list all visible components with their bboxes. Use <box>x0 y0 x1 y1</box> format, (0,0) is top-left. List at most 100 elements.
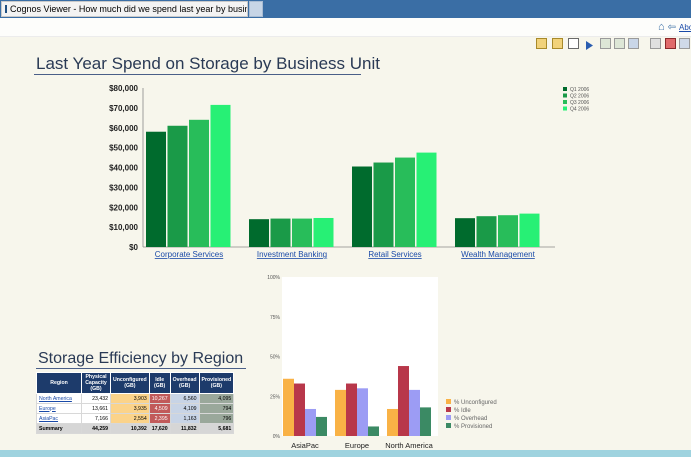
table-header-row: Region Physical Capacity (GB) Unconfigur… <box>36 372 235 394</box>
y-tick-label: $70,000 <box>109 104 138 113</box>
email-icon[interactable] <box>568 38 579 49</box>
legend-label: Q2 2006 <box>570 94 589 100</box>
bar-1-1 <box>270 218 291 247</box>
bar-2-1 <box>373 162 394 247</box>
legend-swatch <box>446 423 451 428</box>
drill-up-icon[interactable] <box>614 38 625 49</box>
category-label: Europe <box>345 441 369 450</box>
bar-1-0 <box>335 389 346 436</box>
bar-0-1 <box>294 383 305 436</box>
go-to-icon[interactable] <box>628 38 639 49</box>
drill-down-icon[interactable] <box>600 38 611 49</box>
table-cell: 6,560 <box>169 393 200 404</box>
run-icon[interactable] <box>584 38 595 50</box>
bar-1-0 <box>249 219 269 247</box>
bar-0-0 <box>146 131 166 247</box>
y-tick-label: $60,000 <box>109 124 138 133</box>
bar-2-2 <box>395 157 415 247</box>
home-icon[interactable]: ⌂ <box>658 21 665 33</box>
table-cell: 13,661 <box>81 403 111 414</box>
table-cell: 44,259 <box>81 423 111 434</box>
column-header: Overhead (GB) <box>169 372 200 394</box>
table-cell: 794 <box>198 403 235 414</box>
bar-1-1 <box>346 383 357 436</box>
bar-0-2 <box>189 119 209 247</box>
table-cell: 2,395 <box>148 413 171 424</box>
y-tick-label: $10,000 <box>109 223 138 232</box>
bar-1-3 <box>313 217 334 247</box>
y-tick-label: $20,000 <box>109 203 138 212</box>
legend-swatch <box>563 106 567 111</box>
efficiency-divider <box>36 368 246 369</box>
table-row: AsiaPac 7,166 2,554 2,395 1,163 796 <box>36 413 235 424</box>
legend-label: % Provisioned <box>454 424 492 430</box>
bar-0-3 <box>316 416 327 436</box>
bar-2-3 <box>420 407 431 436</box>
new-tab-button[interactable] <box>249 1 263 17</box>
bar-2-3 <box>416 152 437 247</box>
table-cell: 4,095 <box>198 393 235 404</box>
bar-0-1 <box>167 125 188 247</box>
title-divider <box>34 74 361 75</box>
y-tick-label: 75% <box>270 315 281 321</box>
y-tick-label: $0 <box>129 243 138 252</box>
bar-1-2 <box>292 218 312 247</box>
category-label: Wealth Management <box>461 250 535 259</box>
save-icon[interactable] <box>536 38 547 49</box>
bar-0-2 <box>305 408 316 436</box>
bar-2-0 <box>387 408 398 436</box>
add-icon[interactable] <box>665 38 676 49</box>
category-label: AsiaPac <box>291 441 319 450</box>
legend-label: Q3 2006 <box>570 100 589 106</box>
legend-swatch <box>563 100 567 104</box>
category-label: Investment Banking <box>257 250 327 259</box>
back-arrow-icon[interactable]: ⇦ <box>668 22 676 33</box>
tab-title: Cognos Viewer - How much did we spend la… <box>10 4 247 14</box>
table-cell: 11,832 <box>169 423 200 434</box>
table-cell: 23,432 <box>81 393 111 404</box>
region-link[interactable]: AsiaPac <box>36 413 82 424</box>
report-title: Last Year Spend on Storage by Business U… <box>36 54 381 73</box>
table-cell: 7,166 <box>81 413 111 424</box>
legend-swatch <box>563 87 567 91</box>
layout-icon[interactable] <box>679 38 690 49</box>
legend-swatch <box>446 399 451 404</box>
format-icon[interactable] <box>650 38 661 49</box>
table-cell: 10,267 <box>148 393 171 404</box>
y-tick-label: 25% <box>270 394 281 400</box>
bar-0-3 <box>210 104 231 247</box>
window-icon <box>5 5 7 13</box>
legend-label: Q1 2006 <box>570 87 589 93</box>
summary-row: Summary 44,259 10,392 17,620 11,832 5,68… <box>36 423 235 434</box>
efficiency-title: Storage Efficiency by Region <box>38 350 244 367</box>
legend-swatch <box>446 407 451 412</box>
legend-swatch <box>446 415 451 420</box>
column-header: Region <box>36 372 82 394</box>
column-header: Provisioned (GB) <box>198 372 235 394</box>
table-cell: 10,392 <box>110 423 150 434</box>
y-tick-label: $80,000 <box>109 84 138 93</box>
bar-0-0 <box>283 378 294 436</box>
region-link[interactable]: North America <box>36 393 82 404</box>
status-bar <box>0 450 691 457</box>
table-cell: 5,681 <box>198 423 235 434</box>
title-bar: Cognos Viewer - How much did we spend la… <box>0 0 691 19</box>
table-row: Europe 13,661 3,935 4,509 4,109 794 <box>36 403 235 414</box>
y-tick-label: 0% <box>273 434 281 440</box>
legend-label: Q4 2006 <box>570 107 589 113</box>
column-header: Idle (GB) <box>148 372 171 394</box>
table-cell: 796 <box>198 413 235 424</box>
table-cell: 3,903 <box>110 393 150 404</box>
category-label: North America <box>385 441 433 450</box>
category-label: Corporate Services <box>155 250 223 259</box>
legend-swatch <box>563 93 567 98</box>
browser-tab[interactable]: Cognos Viewer - How much did we spend la… <box>1 1 248 17</box>
save-as-icon[interactable] <box>552 38 563 49</box>
region-link[interactable]: Europe <box>36 403 82 414</box>
y-tick-label: 50% <box>270 355 281 361</box>
report-toolbar <box>0 36 691 52</box>
y-tick-label: $40,000 <box>109 164 138 173</box>
table-cell: 2,554 <box>110 413 150 424</box>
efficiency-table: Region Physical Capacity (GB) Unconfigur… <box>36 372 235 434</box>
about-link[interactable]: About <box>679 23 691 32</box>
